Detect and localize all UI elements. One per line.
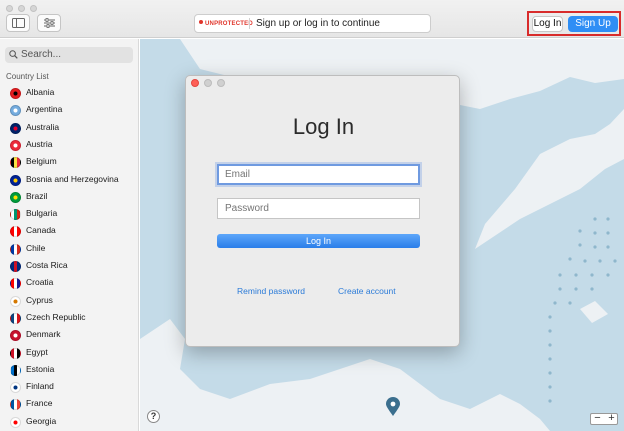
signup-button[interactable]: Sign Up (568, 16, 618, 32)
flag-icon (10, 330, 21, 342)
country-item[interactable]: Argentina (10, 101, 138, 118)
country-item[interactable]: Czech Republic (10, 309, 138, 326)
country-item[interactable]: Finland (10, 378, 138, 395)
flag-icon (10, 191, 21, 203)
flag-icon (10, 364, 21, 376)
country-name: Costa Rica (26, 260, 68, 270)
dialog-title: Log In (292, 114, 355, 139)
password-field[interactable] (217, 198, 420, 219)
country-item[interactable]: France (10, 395, 138, 412)
status-badge-label: UNPROTECTED (205, 21, 253, 27)
status-message: Sign up or log in to continue (256, 18, 380, 29)
search-icon (9, 50, 18, 59)
country-list-header: Country List (6, 72, 49, 81)
flag-icon (10, 174, 21, 186)
country-name: Argentina (26, 104, 63, 115)
flag-icon (10, 105, 21, 117)
search-placeholder: Search... (21, 49, 62, 60)
country-name: Croatia (26, 277, 54, 288)
dialog-minimize-button (204, 79, 212, 87)
country-item[interactable]: Canada (10, 222, 138, 239)
country-item[interactable]: Chile (10, 240, 138, 257)
country-name: Finland (26, 381, 54, 392)
flag-icon (10, 295, 21, 307)
country-item[interactable]: Costa Rica (10, 257, 138, 274)
flag-icon (10, 157, 21, 169)
login-button[interactable]: Log In (532, 16, 563, 32)
status-dot-icon (199, 20, 203, 24)
flag-icon (10, 312, 21, 324)
country-item[interactable]: Albania (10, 84, 138, 101)
island-3 (580, 301, 608, 323)
dialog-close-button[interactable] (191, 79, 199, 87)
zoom-controls: − + (590, 412, 618, 425)
sliders-icon (44, 18, 55, 28)
country-name: Brazil (26, 190, 48, 201)
country-item[interactable]: Austria (10, 136, 138, 153)
flag-icon (10, 399, 21, 411)
country-name: Chile (26, 242, 46, 253)
country-item[interactable]: Cyprus (10, 292, 138, 309)
auth-buttons-highlight: Log In Sign Up (527, 11, 621, 36)
flag-icon (10, 139, 21, 151)
landmass-east (475, 109, 624, 249)
flag-icon (10, 347, 21, 359)
flag-icon (10, 122, 21, 134)
country-item[interactable]: Croatia (10, 274, 138, 291)
window-minimize-button[interactable] (18, 5, 25, 12)
country-item[interactable]: Bosnia and Herzegovina (10, 171, 138, 188)
country-name: Egypt (26, 346, 48, 357)
email-field[interactable] (217, 164, 420, 185)
flag-icon (10, 226, 21, 238)
flag-icon (10, 278, 21, 290)
country-name: Georgia (26, 415, 57, 426)
search-input[interactable]: Search... (5, 47, 133, 63)
create-account-link[interactable]: Create account (338, 286, 396, 296)
remind-password-link[interactable]: Remind password (237, 286, 305, 296)
flag-icon (10, 382, 21, 394)
login-dialog: Log In Log In Remind password Create acc… (185, 75, 460, 347)
country-name: Austria (26, 138, 53, 149)
country-name: France (26, 398, 53, 409)
country-item[interactable]: Brazil (10, 188, 138, 205)
country-name: Bosnia and Herzegovina (26, 173, 119, 184)
country-item[interactable]: Georgia (10, 413, 138, 430)
country-name: Czech Republic (26, 311, 86, 322)
flag-icon (10, 261, 21, 272)
sidebar: Search... Country List Albania Argentina A… (0, 39, 139, 431)
country-name: Estonia (26, 363, 55, 374)
dialog-login-button[interactable]: Log In (217, 234, 420, 248)
flag-icon (10, 243, 21, 255)
country-name: Canada (26, 225, 56, 236)
country-item[interactable]: Australia (10, 119, 138, 136)
country-item[interactable]: Egypt (10, 344, 138, 361)
preferences-button[interactable] (37, 14, 61, 32)
connection-status-bar: UNPROTECTED Sign up or log in to continu… (194, 14, 431, 33)
country-name: Belgium (26, 156, 57, 167)
country-name: Cyprus (26, 294, 53, 305)
status-badge: UNPROTECTED (199, 16, 253, 33)
divider (249, 18, 250, 29)
toolbar: UNPROTECTED Sign up or log in to continu… (0, 0, 624, 38)
country-item[interactable]: Estonia (10, 361, 138, 378)
country-item[interactable]: Bulgaria (10, 205, 138, 222)
flag-icon (10, 209, 21, 221)
location-pin-icon[interactable] (385, 397, 401, 422)
sidebar-icon (12, 18, 25, 28)
window-close-button[interactable] (6, 5, 13, 12)
dialog-zoom-button (217, 79, 225, 87)
help-button[interactable]: ? (147, 410, 160, 423)
window-zoom-button[interactable] (30, 5, 37, 12)
zoom-out-button[interactable]: − (591, 412, 604, 424)
country-name: Albania (26, 87, 55, 97)
country-name: Denmark (26, 329, 61, 340)
country-name: Australia (26, 121, 60, 132)
flag-icon (10, 416, 21, 428)
flag-icon (10, 88, 21, 99)
sidebar-toggle-button[interactable] (6, 14, 30, 32)
zoom-in-button[interactable]: + (605, 412, 618, 424)
country-name: Bulgaria (26, 208, 58, 219)
country-item[interactable]: Belgium (10, 153, 138, 170)
country-item[interactable]: Denmark (10, 326, 138, 343)
